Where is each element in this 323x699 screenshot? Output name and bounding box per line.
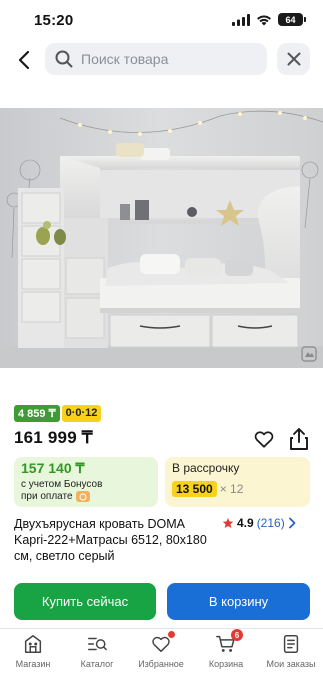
- catalog-search-icon: [86, 633, 108, 655]
- wifi-icon: [257, 15, 271, 25]
- product-title: Двухъярусная кровать DOMA Kapri-222+Матр…: [14, 517, 207, 563]
- tab-favorites[interactable]: Избранное: [131, 631, 191, 669]
- star-icon: [222, 518, 234, 528]
- tab-orders[interactable]: Мои заказы: [261, 633, 321, 669]
- review-count[interactable]: (216): [257, 516, 285, 530]
- bunk-bed-illustration: [0, 108, 323, 368]
- tab-orders-label: Мои заказы: [266, 659, 316, 669]
- installment-amount: 13 500: [172, 481, 217, 497]
- bonus-line-2: при оплате: [21, 491, 151, 503]
- bonus-badge: 4 859 ₸: [14, 405, 60, 422]
- tab-cart-label: Корзина: [208, 659, 244, 669]
- add-to-cart-button[interactable]: В корзину: [167, 583, 310, 620]
- cart-icon: 6: [215, 629, 243, 655]
- tab-catalog[interactable]: Каталог: [67, 633, 127, 669]
- status-time: 15:20: [34, 12, 74, 29]
- back-button[interactable]: [12, 47, 36, 73]
- search-placeholder: Поиск товара: [81, 51, 169, 67]
- bonus-line-1: с учетом Бонусов: [21, 479, 103, 490]
- bottom-tab-bar: Магазин Каталог Избранное 6 Корзина Мои …: [0, 628, 323, 699]
- battery-icon: 64: [278, 13, 306, 26]
- heart-icon: [150, 631, 175, 655]
- installment-row: 13 500 × 12: [172, 481, 303, 497]
- cellular-signal-icon: [232, 13, 250, 26]
- tab-store[interactable]: Магазин: [3, 633, 63, 669]
- favorite-button[interactable]: [253, 428, 275, 450]
- status-bar: 15:20 64: [0, 0, 323, 40]
- tab-catalog-label: Каталог: [80, 659, 114, 669]
- heart-icon: [254, 431, 274, 448]
- bonus-coin-icon: [75, 491, 90, 502]
- share-button[interactable]: [288, 427, 310, 451]
- installment-months: × 12: [219, 482, 244, 496]
- tab-favorites-label: Избранное: [138, 659, 184, 669]
- buy-now-button[interactable]: Купить сейчас: [14, 583, 156, 620]
- orders-icon: [280, 633, 302, 655]
- bonus-line-2-text: при оплате: [21, 491, 73, 503]
- product-price: 161 999 ₸: [14, 428, 93, 447]
- search-input[interactable]: Поиск товара: [45, 43, 267, 75]
- installment-card[interactable]: В рассрочку 13 500 × 12: [165, 457, 310, 507]
- bonus-description: с учетом Бонусов при оплате: [21, 479, 151, 503]
- product-rating[interactable]: 4.9 (216): [222, 516, 296, 530]
- search-row: Поиск товара: [0, 40, 323, 80]
- product-image[interactable]: [0, 108, 323, 368]
- installment-badge: 0·0·12: [61, 405, 102, 422]
- status-icons: 64: [232, 13, 306, 26]
- share-icon: [290, 428, 308, 450]
- cart-count-badge: 6: [231, 629, 243, 641]
- rating-value: 4.9: [237, 516, 254, 530]
- tab-store-label: Магазин: [15, 659, 51, 669]
- promo-badges: 4 859 ₸ 0·0·12: [14, 405, 102, 422]
- image-watermark-icon: [301, 346, 317, 362]
- chevron-left-icon: [18, 50, 30, 70]
- close-icon: [287, 52, 300, 66]
- close-button[interactable]: [277, 43, 310, 75]
- favorites-notification-dot: [168, 631, 175, 638]
- chevron-right-icon: [288, 517, 296, 529]
- search-icon: [55, 50, 73, 68]
- installment-label: В рассрочку: [172, 461, 240, 475]
- bonus-price-card[interactable]: 157 140 ₸ с учетом Бонусов при оплате: [14, 457, 158, 507]
- store-icon: [22, 633, 44, 655]
- bonus-price: 157 140 ₸: [21, 460, 85, 476]
- tab-cart[interactable]: 6 Корзина: [196, 629, 256, 669]
